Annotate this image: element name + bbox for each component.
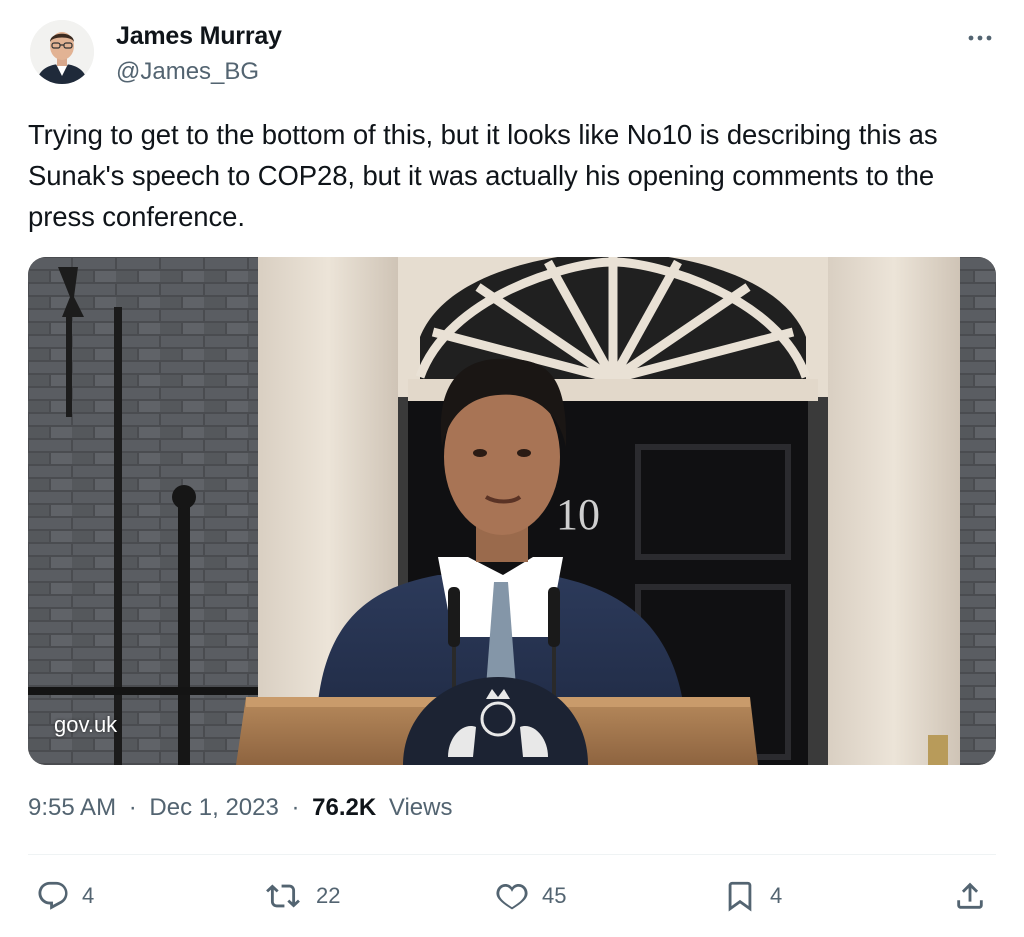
heart-icon: [496, 883, 528, 910]
more-dots-icon: [968, 35, 992, 41]
author-avatar[interactable]: [30, 20, 94, 84]
meta-separator: ·: [291, 794, 300, 821]
author-name[interactable]: James Murray: [116, 22, 282, 51]
tweet-text: Trying to get to the bottom of this, but…: [28, 119, 938, 232]
author-handle[interactable]: @James_BG: [116, 58, 259, 86]
like-button[interactable]: 45: [494, 876, 566, 916]
reply-bubble-icon: [38, 881, 68, 910]
views-label: Views: [388, 794, 453, 821]
bookmark-icon: [728, 881, 752, 912]
door-number-text: 10: [556, 490, 600, 539]
bookmark-count: 4: [770, 883, 783, 908]
tweet-time[interactable]: 9:55 AM: [28, 794, 116, 821]
meta-separator: ·: [128, 794, 137, 821]
bookmark-button[interactable]: 4: [722, 876, 782, 916]
media-photo: 10: [28, 257, 996, 765]
repost-arrows-icon: [266, 884, 300, 908]
like-count: 45: [542, 883, 567, 908]
tweet-meta: 9:55 AM · Dec 1, 2023 · 76.2K Views: [28, 794, 452, 822]
reply-button[interactable]: 4: [36, 876, 94, 916]
action-bar-divider: [28, 854, 996, 855]
share-upload-icon: [957, 882, 983, 909]
reply-count: 4: [82, 883, 95, 908]
tweet-media-image[interactable]: 10 gov.uk: [28, 257, 996, 765]
repost-count: 22: [316, 883, 341, 908]
tweet-card: James Murray @James_BG Trying to get to …: [0, 0, 1024, 937]
avatar-photo: [30, 20, 94, 84]
share-button[interactable]: [952, 876, 988, 916]
repost-button[interactable]: 22: [262, 876, 340, 916]
more-options-button[interactable]: [962, 24, 998, 52]
media-credit-label: gov.uk: [54, 712, 118, 737]
views-count: 76.2K: [312, 794, 377, 821]
tweet-date[interactable]: Dec 1, 2023: [149, 794, 278, 821]
